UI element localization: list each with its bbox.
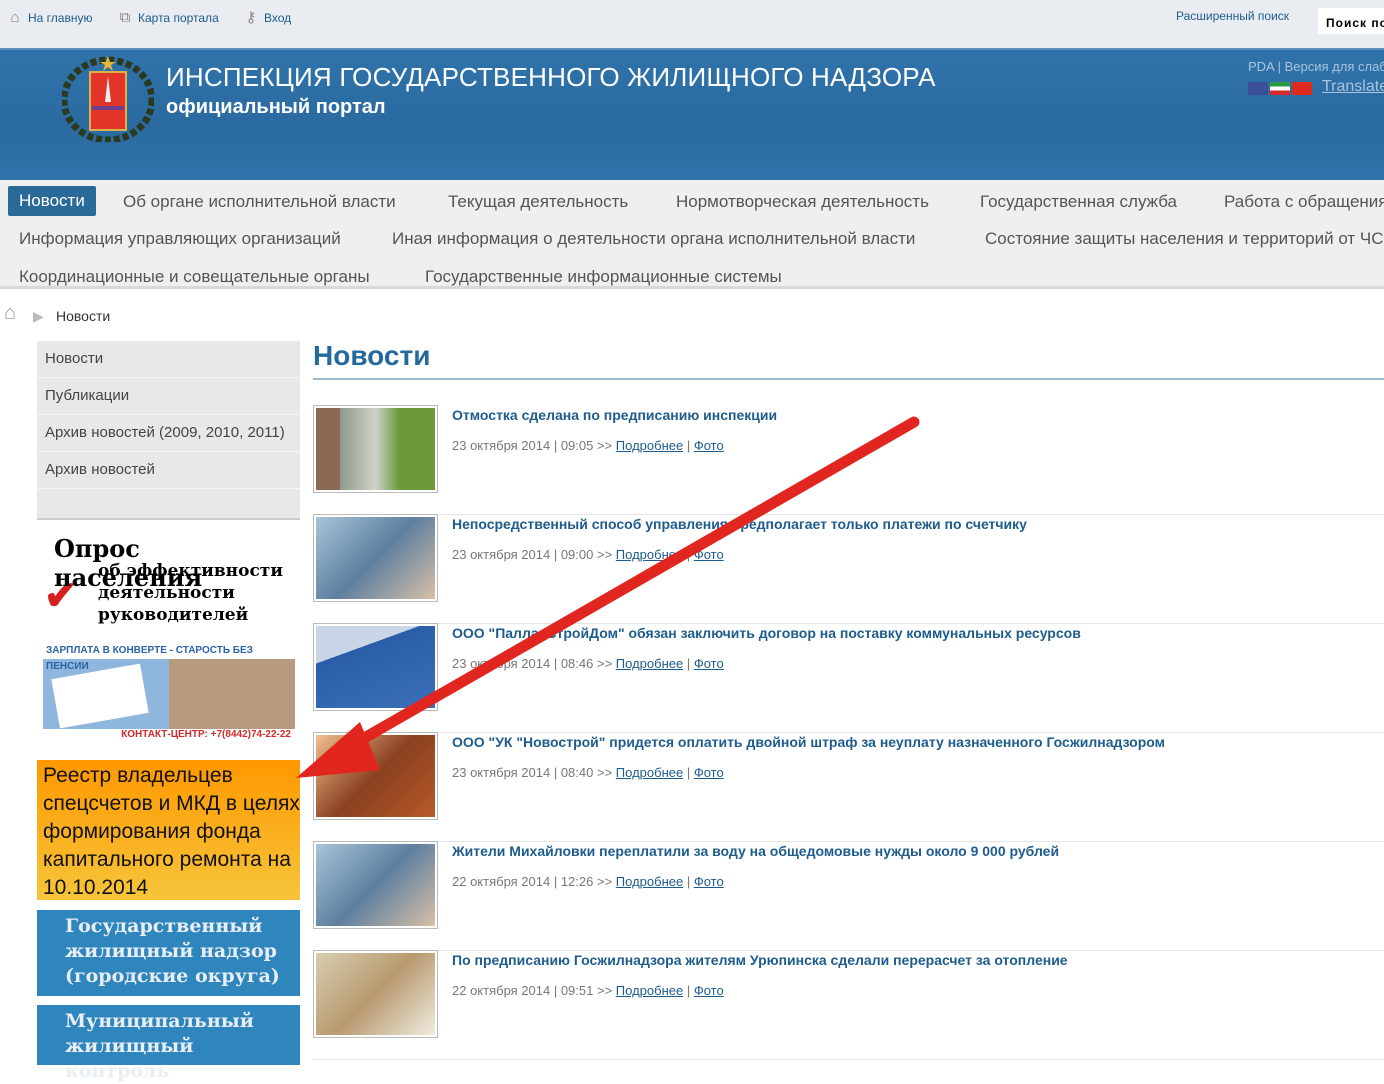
red-arrow-annotation bbox=[296, 416, 920, 778]
